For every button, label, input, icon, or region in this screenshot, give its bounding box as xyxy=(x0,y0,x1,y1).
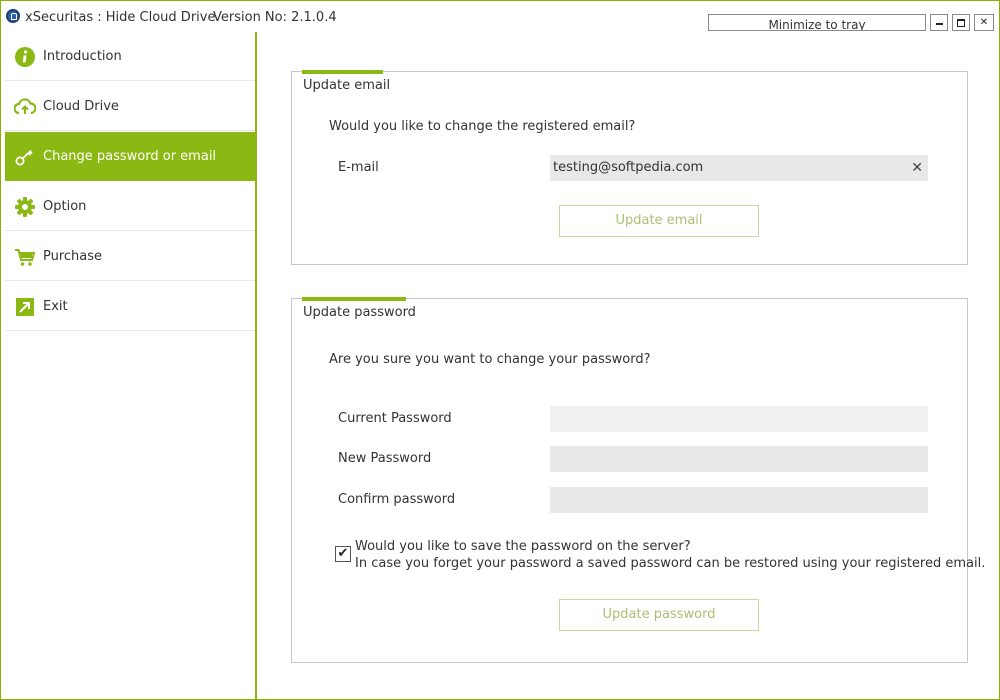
checkmark-icon: ✔ xyxy=(337,546,349,561)
close-button[interactable]: ✕ xyxy=(974,14,994,31)
sidebar-item-label: Purchase xyxy=(43,249,103,264)
maximize-icon xyxy=(957,19,965,27)
group-accent-bar xyxy=(302,297,406,301)
app-window: xSecuritas : Hide Cloud Drive Version No… xyxy=(0,0,1000,700)
sidebar-item-cloud-drive[interactable]: Cloud Drive xyxy=(5,82,255,131)
cart-icon xyxy=(15,249,36,266)
cloud-icon xyxy=(14,98,36,115)
app-title: xSecuritas : Hide Cloud Drive xyxy=(25,10,216,25)
sidebar-item-label: Exit xyxy=(43,299,68,314)
email-value: testing@softpedia.com xyxy=(553,160,704,175)
clear-icon[interactable]: ✕ xyxy=(911,155,923,181)
title-bar: xSecuritas : Hide Cloud Drive Version No… xyxy=(1,1,999,32)
version-label: Version No: 2.1.0.4 xyxy=(213,10,337,25)
key-icon xyxy=(15,149,33,166)
sidebar-item-label: Cloud Drive xyxy=(43,99,119,114)
sidebar-item-introduction[interactable]: Introduction xyxy=(5,32,255,81)
new-password-field[interactable] xyxy=(550,446,928,472)
sidebar-item-change-password[interactable]: Change password or email xyxy=(5,132,255,181)
update-email-button[interactable]: Update email xyxy=(559,205,759,237)
close-icon: ✕ xyxy=(979,17,989,28)
sidebar-item-label: Introduction xyxy=(43,49,122,64)
current-password-label: Current Password xyxy=(338,411,452,426)
save-password-checkbox[interactable]: ✔ xyxy=(335,546,351,562)
sidebar-item-label: Option xyxy=(43,199,87,214)
update-email-title: Update email xyxy=(303,78,391,93)
sidebar-item-exit[interactable]: Exit xyxy=(5,282,255,331)
minimize-to-tray-button[interactable]: Minimize to tray xyxy=(708,14,926,31)
sidebar: Introduction Cloud Drive Change password… xyxy=(5,32,255,699)
confirm-password-field[interactable] xyxy=(550,487,928,513)
email-question: Would you like to change the registered … xyxy=(329,119,636,134)
email-field[interactable]: testing@softpedia.com ✕ xyxy=(550,155,928,181)
current-password-field[interactable] xyxy=(550,406,928,432)
app-logo-icon xyxy=(6,9,20,23)
sidebar-divider xyxy=(255,32,257,699)
password-question: Are you sure you want to change your pas… xyxy=(329,352,651,367)
minimize-icon xyxy=(935,23,943,25)
new-password-label: New Password xyxy=(338,451,432,466)
save-password-question: Would you like to save the password on t… xyxy=(355,539,691,554)
group-accent-bar xyxy=(302,70,383,74)
exit-icon xyxy=(16,298,34,316)
sidebar-item-option[interactable]: Option xyxy=(5,182,255,231)
confirm-password-label: Confirm password xyxy=(338,492,456,507)
info-icon xyxy=(15,47,35,67)
maximize-button[interactable] xyxy=(952,14,970,31)
sidebar-item-label: Change password or email xyxy=(43,149,217,164)
gear-icon xyxy=(15,197,35,217)
email-label: E-mail xyxy=(338,160,379,175)
update-password-button[interactable]: Update password xyxy=(559,599,759,631)
sidebar-item-purchase[interactable]: Purchase xyxy=(5,232,255,281)
minimize-button[interactable] xyxy=(930,14,948,31)
save-password-note: In case you forget your password a saved… xyxy=(355,556,986,571)
update-password-title: Update password xyxy=(303,305,416,320)
